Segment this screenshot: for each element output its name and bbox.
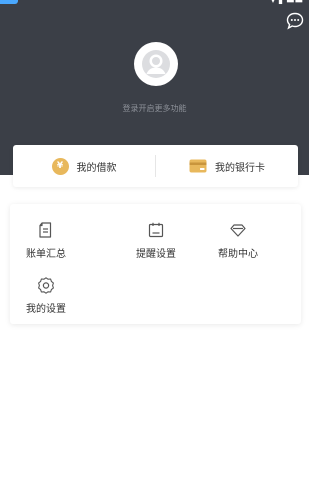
user-avatar-icon: [142, 50, 170, 78]
menu-item-label: 提醒设置: [136, 249, 176, 260]
menu-panel: 账单汇总 提醒设置 帮助中心 我的设置: [10, 204, 301, 324]
chat-bubble-icon: [286, 12, 304, 30]
menu-item-bill-summary[interactable]: 账单汇总: [6, 221, 86, 265]
calendar-icon: [148, 222, 164, 238]
my-loans-button[interactable]: ¥ 我的借款: [13, 145, 155, 187]
menu-item-label: 帮助中心: [218, 249, 258, 260]
my-bank-cards-button[interactable]: 我的银行卡: [156, 145, 298, 187]
my-loans-label: 我的借款: [76, 162, 117, 174]
diamond-icon: [230, 224, 246, 237]
bill-document-icon: [39, 222, 52, 238]
coin-icon: ¥: [51, 157, 69, 175]
message-button[interactable]: [285, 11, 305, 31]
menu-item-label: 我的设置: [26, 304, 66, 315]
menu-item-help-center[interactable]: 帮助中心: [198, 221, 278, 265]
menu-item-label: 账单汇总: [26, 249, 66, 260]
gear-icon: [38, 277, 54, 294]
avatar[interactable]: [134, 42, 178, 86]
status-bar-app-icon: [0, 0, 18, 4]
shortcut-card: ¥ 我的借款 我的银行卡: [13, 145, 298, 187]
my-bank-cards-label: 我的银行卡: [215, 162, 265, 174]
menu-item-reminder-settings[interactable]: 提醒设置: [116, 221, 196, 265]
status-bar-indicators: ▾ ▮ ▬▬: [270, 0, 303, 6]
bank-card-icon: [189, 159, 207, 173]
login-hint[interactable]: 登录开启更多功能: [0, 103, 309, 114]
menu-item-my-settings[interactable]: 我的设置: [6, 276, 86, 320]
